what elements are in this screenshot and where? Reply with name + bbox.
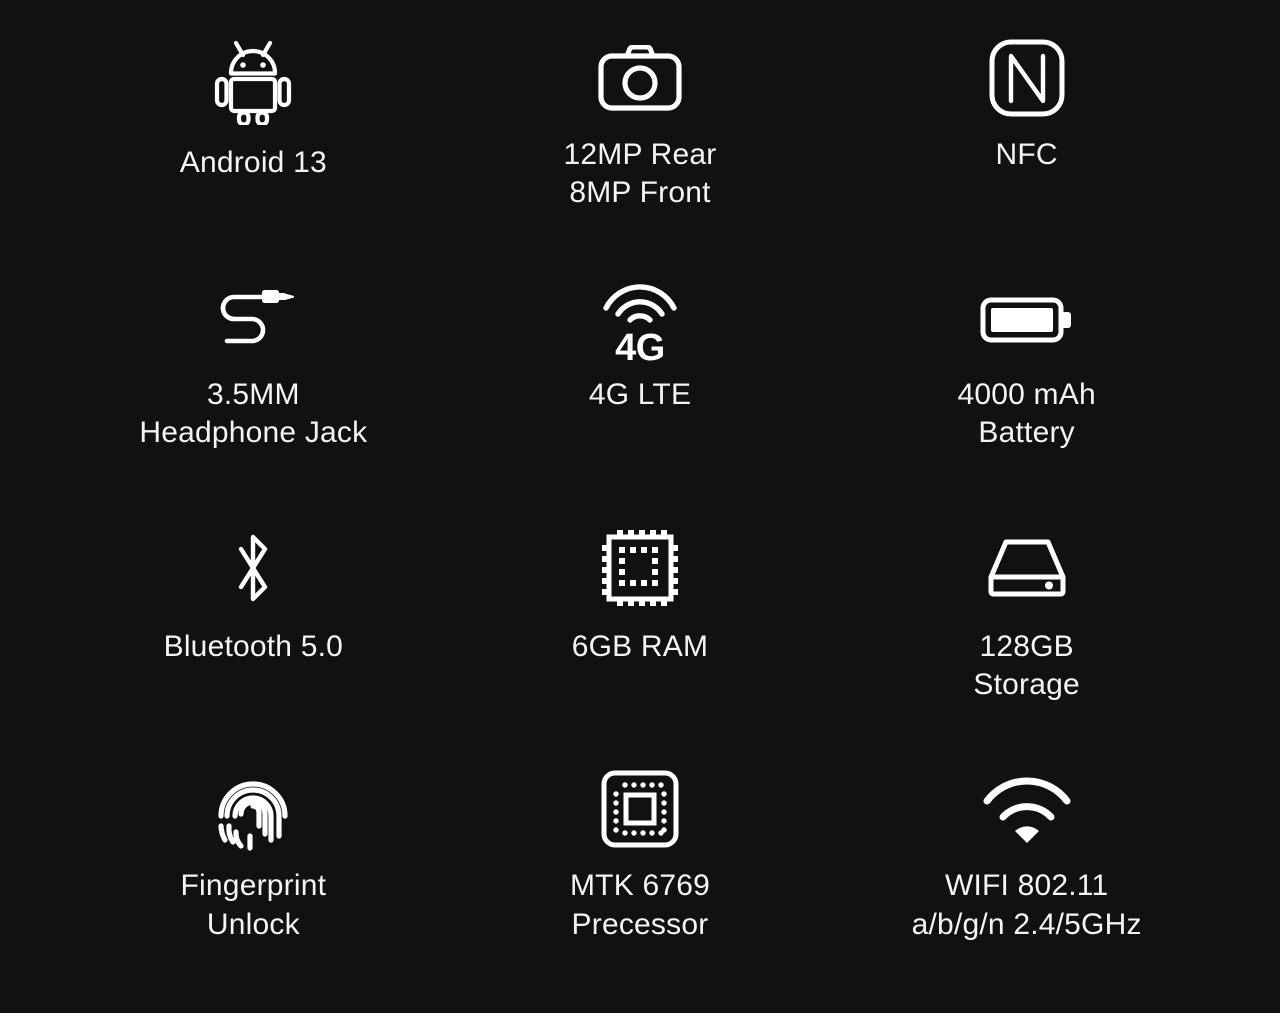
- battery-icon: [980, 276, 1074, 364]
- spec-item-label: 12MP Rear 8MP Front: [563, 138, 717, 210]
- android-robot-icon: [214, 32, 292, 132]
- 4g-signal-icon: 4G: [592, 276, 688, 369]
- spec-item-label: Android 13: [179, 146, 327, 179]
- spec-item-label: 128GB Storage: [973, 629, 1080, 701]
- 4g-icon-text: 4G: [615, 326, 665, 369]
- spec-feature-grid: Android 13 12MP Rear 8MP Front NFC 3.5MM…: [0, 0, 1280, 1013]
- spec-item-nfc: NFC: [833, 18, 1220, 262]
- spec-item-label: 3.5MM Headphone Jack: [139, 377, 368, 450]
- spec-item-4g-lte: 4G 4G LTE: [447, 262, 834, 506]
- fingerprint-icon: [211, 763, 295, 855]
- bluetooth-icon: [227, 520, 279, 616]
- spec-item-battery: 4000 mAh Battery: [833, 262, 1220, 506]
- headphone-jack-icon: [205, 276, 301, 364]
- spec-item-label: 4000 mAh Battery: [957, 377, 1096, 450]
- spec-item-bluetooth: Bluetooth 5.0: [60, 506, 447, 750]
- spec-item-ram: 6GB RAM: [447, 506, 834, 750]
- spec-item-wifi: WIFI 802.11 a/b/g/n 2.4/5GHz: [833, 749, 1220, 993]
- spec-item-label: WIFI 802.11 a/b/g/n 2.4/5GHz: [911, 869, 1142, 941]
- spec-item-fingerprint: Fingerprint Unlock: [60, 749, 447, 993]
- spec-item-android: Android 13: [60, 18, 447, 262]
- spec-item-label: 6GB RAM: [571, 629, 709, 663]
- spec-item-processor: MTK 6769 Precessor: [447, 749, 834, 993]
- processor-chip-icon: [601, 763, 679, 855]
- ram-chip-icon: [600, 520, 680, 616]
- spec-item-label: MTK 6769 Precessor: [569, 869, 710, 941]
- spec-item-headphone-jack: 3.5MM Headphone Jack: [60, 262, 447, 506]
- wifi-icon: [979, 763, 1075, 855]
- spec-item-storage: 128GB Storage: [833, 506, 1220, 750]
- spec-item-label: Bluetooth 5.0: [163, 629, 344, 663]
- spec-item-label: NFC: [995, 138, 1058, 171]
- spec-item-label: Fingerprint Unlock: [180, 869, 327, 941]
- spec-item-label: 4G LTE: [588, 377, 692, 411]
- nfc-icon: [989, 32, 1065, 124]
- spec-item-camera: 12MP Rear 8MP Front: [447, 18, 834, 262]
- camera-icon: [598, 32, 682, 124]
- storage-drive-icon: [984, 520, 1070, 616]
